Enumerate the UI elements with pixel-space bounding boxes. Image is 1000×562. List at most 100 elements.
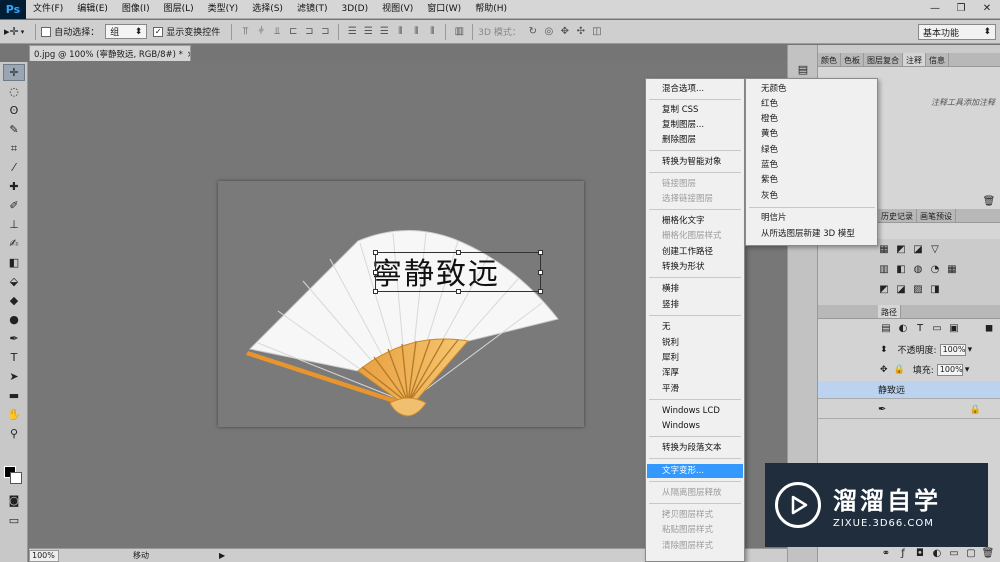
distribute-hcenter-icon[interactable]: ⦀ xyxy=(410,26,422,38)
brightness-icon[interactable]: ▦ xyxy=(878,243,890,255)
eyedropper-tool-icon[interactable]: ⁄ xyxy=(3,159,25,176)
menu-convert-paragraph-text[interactable]: 转换为段落文本 xyxy=(647,441,743,455)
adjustment-layer-icon[interactable]: ◐ xyxy=(931,547,943,559)
color-none[interactable]: 无颜色 xyxy=(747,82,877,96)
menu-postcard[interactable]: 明信片 xyxy=(747,211,877,225)
hue-icon[interactable]: ▥ xyxy=(878,263,890,275)
zoom-tool-icon[interactable]: ⚲ xyxy=(3,425,25,442)
screen-mode-icon[interactable]: ▭ xyxy=(3,512,25,529)
workspace-dropdown[interactable]: 基本功能 ⬍ xyxy=(918,24,996,40)
align-right-icon[interactable]: ⊐ xyxy=(319,26,331,38)
menu-duplicate-layer[interactable]: 复制图层... xyxy=(647,118,743,132)
distribute-vcenter-icon[interactable]: ☰ xyxy=(362,26,374,38)
menu-aa-sharp[interactable]: 锐利 xyxy=(647,336,743,350)
invert-icon[interactable]: ◩ xyxy=(878,283,890,295)
align-bottom-icon[interactable]: ⫫ xyxy=(271,26,283,38)
color-violet[interactable]: 紫色 xyxy=(747,173,877,187)
marquee-tool-icon[interactable]: ◌ xyxy=(3,83,25,100)
tab-brush-presets[interactable]: 画笔预设 xyxy=(917,209,956,222)
tab-layer-comps[interactable]: 图层复合 xyxy=(864,53,903,66)
color-green[interactable]: 绿色 xyxy=(747,143,877,157)
balance-icon[interactable]: ◧ xyxy=(895,263,907,275)
menu-edit[interactable]: 编辑(E) xyxy=(70,0,115,19)
menu-windows[interactable]: Windows xyxy=(647,419,743,433)
menu-warp-text[interactable]: 文字变形... xyxy=(647,464,743,478)
group-icon[interactable]: ▭ xyxy=(948,547,960,559)
eraser-tool-icon[interactable]: ◧ xyxy=(3,254,25,271)
menu-type[interactable]: 类型(Y) xyxy=(201,0,246,19)
transform-handle[interactable] xyxy=(456,250,461,255)
menu-aa-strong[interactable]: 浑厚 xyxy=(647,366,743,380)
menu-window[interactable]: 窗口(W) xyxy=(420,0,468,19)
menu-delete-layer[interactable]: 删除图层 xyxy=(647,133,743,147)
chevron-down-icon[interactable]: ▾ xyxy=(965,365,970,375)
3d-rotate-icon[interactable]: ↻ xyxy=(527,26,539,38)
menu-filter[interactable]: 滤镜(T) xyxy=(290,0,335,19)
show-transform-checkbox[interactable]: ✓ 显示变换控件 xyxy=(153,25,220,38)
distribute-top-icon[interactable]: ☰ xyxy=(346,26,358,38)
curves-icon[interactable]: ◩ xyxy=(895,243,907,255)
trash-icon[interactable]: 🗑 xyxy=(982,547,995,559)
lasso-tool-icon[interactable]: ʘ xyxy=(3,102,25,119)
exposure-icon[interactable]: ◪ xyxy=(912,243,924,255)
move-tool-preset[interactable]: ▸✛ ▾ xyxy=(4,25,24,38)
layer-row-background[interactable]: ✒ 🔒 xyxy=(818,401,1000,419)
quick-mask-icon[interactable]: ◙ xyxy=(3,492,25,509)
channel-mixer-icon[interactable]: ◔ xyxy=(929,263,941,275)
3d-slide-icon[interactable]: ✣ xyxy=(575,26,587,38)
clone-stamp-tool-icon[interactable]: ⊥ xyxy=(3,216,25,233)
menu-convert-smart-object[interactable]: 转换为智能对象 xyxy=(647,155,743,169)
lock-position-icon[interactable]: ✥ xyxy=(880,365,888,375)
panel-toggle-icon[interactable]: ▤ xyxy=(792,61,814,78)
status-menu-arrow-icon[interactable]: ▶ xyxy=(219,551,225,560)
filter-shape-icon[interactable]: ▭ xyxy=(931,322,943,334)
3d-pan-icon[interactable]: ✥ xyxy=(559,26,571,38)
link-icon[interactable]: ⚭ xyxy=(880,547,892,559)
crop-tool-icon[interactable]: ⌗ xyxy=(3,140,25,157)
menu-select[interactable]: 选择(S) xyxy=(245,0,290,19)
transform-handle[interactable] xyxy=(538,250,543,255)
filter-smart-icon[interactable]: ▣ xyxy=(948,322,960,334)
menu-vertical[interactable]: 竖排 xyxy=(647,298,743,312)
menu-view[interactable]: 视图(V) xyxy=(375,0,420,19)
align-hcenter-icon[interactable]: ⊐ xyxy=(303,26,315,38)
selective-color-icon[interactable]: ◨ xyxy=(929,283,941,295)
distribute-bottom-icon[interactable]: ☰ xyxy=(378,26,390,38)
shape-tool-icon[interactable]: ▬ xyxy=(3,387,25,404)
close-tab-icon[interactable]: × xyxy=(187,50,190,60)
fill-input[interactable]: 100% xyxy=(936,363,963,376)
healing-brush-tool-icon[interactable]: ✚ xyxy=(3,178,25,195)
hand-tool-icon[interactable]: ✋ xyxy=(3,406,25,423)
tab-swatches[interactable]: 色板 xyxy=(841,53,864,66)
color-yellow[interactable]: 黄色 xyxy=(747,127,877,141)
transform-handle[interactable] xyxy=(456,289,461,294)
menu-create-work-path[interactable]: 创建工作路径 xyxy=(647,245,743,259)
menu-horizontal[interactable]: 横排 xyxy=(647,282,743,296)
photo-filter-icon[interactable]: ◍ xyxy=(912,263,924,275)
move-tool-icon[interactable]: ✛ xyxy=(3,64,25,81)
type-tool-icon[interactable]: T xyxy=(3,349,25,366)
menu-help[interactable]: 帮助(H) xyxy=(468,0,514,19)
menu-file[interactable]: 文件(F) xyxy=(26,0,70,19)
color-gray[interactable]: 灰色 xyxy=(747,189,877,203)
tab-history[interactable]: 历史记录 xyxy=(878,209,917,222)
menu-rasterize-type[interactable]: 栅格化文字 xyxy=(647,214,743,228)
distribute-left-icon[interactable]: ⦀ xyxy=(394,26,406,38)
new-layer-icon[interactable]: ▢ xyxy=(965,547,977,559)
tab-color[interactable]: 颜色 xyxy=(818,53,841,66)
blur-tool-icon[interactable]: ◆ xyxy=(3,292,25,309)
minimize-icon[interactable]: — xyxy=(922,0,948,17)
transform-handle[interactable] xyxy=(538,270,543,275)
trash-icon[interactable]: 🗑 xyxy=(983,195,996,207)
color-red[interactable]: 红色 xyxy=(747,97,877,111)
menu-layer[interactable]: 图层(L) xyxy=(157,0,201,19)
3d-roll-icon[interactable]: ◎ xyxy=(543,26,555,38)
filter-pixel-icon[interactable]: ▤ xyxy=(880,322,892,334)
transform-handle[interactable] xyxy=(373,270,378,275)
fx-icon[interactable]: ƒ xyxy=(897,547,909,559)
document-tab[interactable]: 0.jpg @ 100% (寧静致远, RGB/8#) * × xyxy=(29,45,191,61)
path-select-tool-icon[interactable]: ➤ xyxy=(3,368,25,385)
close-icon[interactable]: ✕ xyxy=(974,0,1000,17)
transform-handle[interactable] xyxy=(538,289,543,294)
history-brush-tool-icon[interactable]: ✍ xyxy=(3,235,25,252)
